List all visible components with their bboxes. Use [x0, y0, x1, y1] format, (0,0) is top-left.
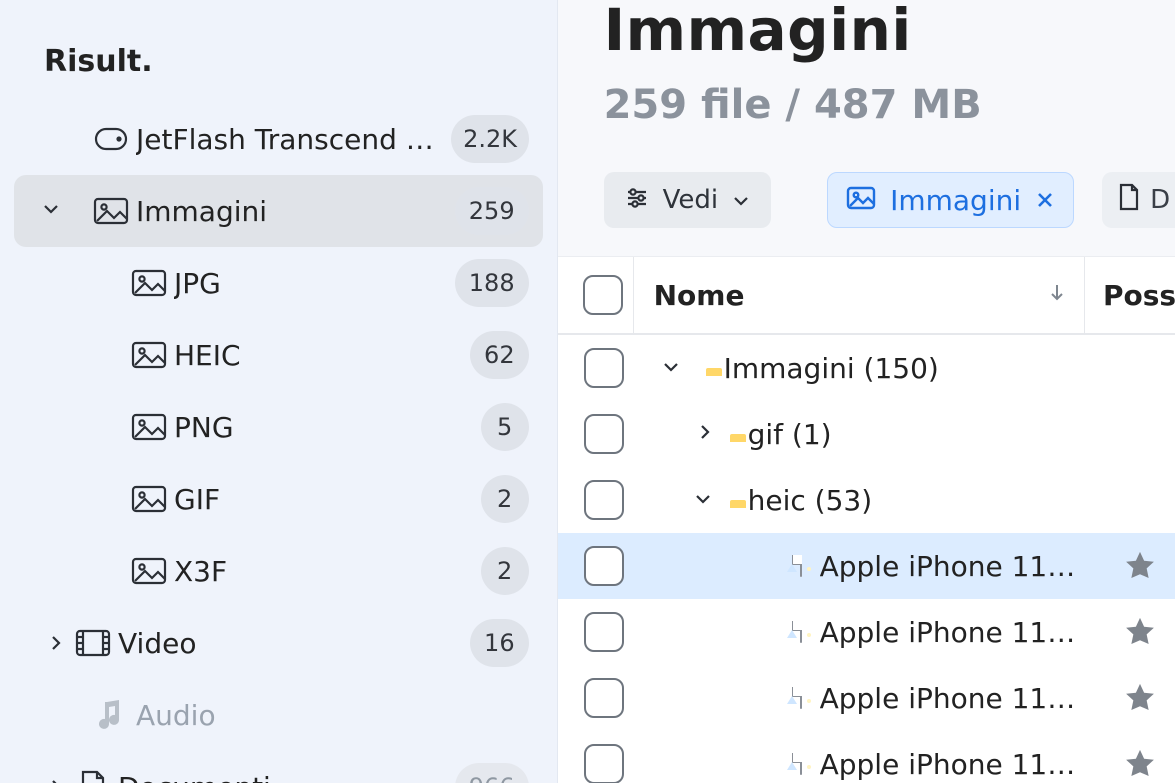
table-row[interactable]: Apple iPhone 11…	[558, 533, 1175, 599]
chevron-down-icon	[42, 200, 60, 222]
chevron-right-icon[interactable]	[698, 423, 712, 445]
star-icon[interactable]	[1123, 681, 1157, 715]
sidebar-item-label: Documenti	[118, 771, 455, 783]
filter-chip-images[interactable]: Immagini	[827, 172, 1074, 228]
star-icon[interactable]	[1123, 615, 1157, 649]
row-checkbox[interactable]	[584, 744, 624, 783]
table-row[interactable]: Apple iPhone 11…	[558, 665, 1175, 731]
count-badge: 2.2K	[451, 115, 528, 163]
image-icon	[86, 197, 136, 225]
drive-icon	[86, 127, 136, 151]
sidebar-item-label: JPG	[174, 267, 455, 300]
count-badge: 62	[470, 331, 529, 379]
count-badge: 16	[470, 619, 529, 667]
sidebar-item-label: Video	[118, 627, 470, 660]
table-header: Nome Poss	[558, 257, 1175, 335]
sidebar-item-label: HEIC	[174, 339, 470, 372]
row-checkbox[interactable]	[584, 480, 624, 520]
main-panel: Immagini 259 file / 487 MB Vedi Immagini	[558, 0, 1175, 783]
file-image-icon	[800, 557, 802, 576]
filter-chip-label: Immagini	[890, 184, 1021, 217]
chevron-right-icon	[44, 635, 68, 651]
file-image-icon	[800, 689, 802, 708]
column-header-poss[interactable]: Poss	[1085, 257, 1175, 333]
row-label: Apple iPhone 11…	[820, 682, 1105, 715]
chevron-down-icon[interactable]	[694, 491, 712, 510]
document-icon	[1118, 183, 1140, 218]
image-icon	[124, 413, 174, 441]
row-label: gif (1)	[748, 418, 1105, 451]
column-header-name[interactable]: Nome	[634, 257, 1085, 333]
table-row[interactable]: Apple iPhone 11…	[558, 731, 1175, 783]
image-icon	[124, 485, 174, 513]
sort-down-icon	[1048, 283, 1066, 307]
count-badge: 2	[481, 547, 529, 595]
column-header-label: Poss	[1103, 279, 1175, 312]
count-badge: 259	[455, 187, 529, 235]
count-badge: 5	[481, 403, 529, 451]
toolbar: Vedi Immagini D	[604, 172, 1175, 256]
close-icon[interactable]	[1035, 184, 1055, 217]
video-icon	[68, 629, 118, 657]
star-icon[interactable]	[1123, 747, 1157, 781]
row-checkbox[interactable]	[584, 546, 624, 586]
image-icon	[124, 341, 174, 369]
file-table: Nome Poss Immagini (150)	[558, 256, 1175, 783]
select-all-checkbox[interactable]	[583, 275, 623, 315]
view-dropdown-label: Vedi	[663, 185, 719, 215]
table-row[interactable]: gif (1)	[558, 401, 1175, 467]
row-checkbox[interactable]	[584, 348, 624, 388]
count-badge: 966	[455, 763, 529, 783]
table-row[interactable]: heic (53)	[558, 467, 1175, 533]
sliders-icon	[625, 185, 649, 215]
filter-chip-documents[interactable]: D	[1102, 172, 1175, 228]
row-label: Apple iPhone 11…	[820, 616, 1105, 649]
row-checkbox[interactable]	[584, 678, 624, 718]
image-icon	[124, 557, 174, 585]
row-label: Apple iPhone 11…	[820, 550, 1105, 583]
sidebar-item-video[interactable]: Video 16	[14, 607, 543, 679]
sidebar-item-documents[interactable]: Documenti 966	[14, 751, 543, 783]
row-label: heic (53)	[748, 484, 1105, 517]
chevron-down-icon	[732, 185, 750, 215]
sidebar-item-heic[interactable]: HEIC 62	[14, 319, 543, 391]
sidebar-item-audio[interactable]: Audio	[14, 679, 543, 751]
sidebar-item-label: PNG	[174, 411, 481, 444]
sidebar-item-label: Immagini	[136, 195, 455, 228]
page-subtitle: 259 file / 487 MB	[604, 82, 1175, 128]
sidebar-section-title: Risult.	[44, 44, 543, 79]
sidebar: Risult. JetFlash Transcend 16GB 2.2K Imm…	[0, 0, 558, 783]
sidebar-item-x3f[interactable]: X3F 2	[14, 535, 543, 607]
count-badge: 2	[481, 475, 529, 523]
row-label: Apple iPhone 11…	[820, 748, 1105, 781]
star-icon[interactable]	[1123, 549, 1157, 583]
chevron-right-icon	[44, 779, 68, 783]
document-icon	[68, 770, 118, 783]
image-icon	[846, 184, 876, 217]
audio-icon	[86, 698, 136, 732]
sidebar-item-gif[interactable]: GIF 2	[14, 463, 543, 535]
chevron-down-icon[interactable]	[662, 359, 680, 378]
sidebar-item-label: JetFlash Transcend 16GB	[136, 123, 451, 156]
sidebar-item-label: X3F	[174, 555, 481, 588]
sidebar-item-drive[interactable]: JetFlash Transcend 16GB 2.2K	[14, 103, 543, 175]
view-dropdown[interactable]: Vedi	[604, 172, 772, 228]
column-header-label: Nome	[654, 279, 745, 312]
page-title: Immagini	[604, 0, 1175, 64]
filter-chip-label: D	[1150, 185, 1170, 215]
file-image-icon	[800, 755, 802, 774]
row-checkbox[interactable]	[584, 414, 624, 454]
image-icon	[124, 269, 174, 297]
count-badge: 188	[455, 259, 529, 307]
sidebar-item-label: GIF	[174, 483, 481, 516]
sidebar-item-label: Audio	[136, 699, 529, 732]
sidebar-item-jpg[interactable]: JPG 188	[14, 247, 543, 319]
file-image-icon	[800, 623, 802, 642]
row-label: Immagini (150)	[724, 352, 1105, 385]
table-row[interactable]: Immagini (150)	[558, 335, 1175, 401]
sidebar-item-png[interactable]: PNG 5	[14, 391, 543, 463]
table-row[interactable]: Apple iPhone 11…	[558, 599, 1175, 665]
sidebar-item-images[interactable]: Immagini 259	[14, 175, 543, 247]
row-checkbox[interactable]	[584, 612, 624, 652]
